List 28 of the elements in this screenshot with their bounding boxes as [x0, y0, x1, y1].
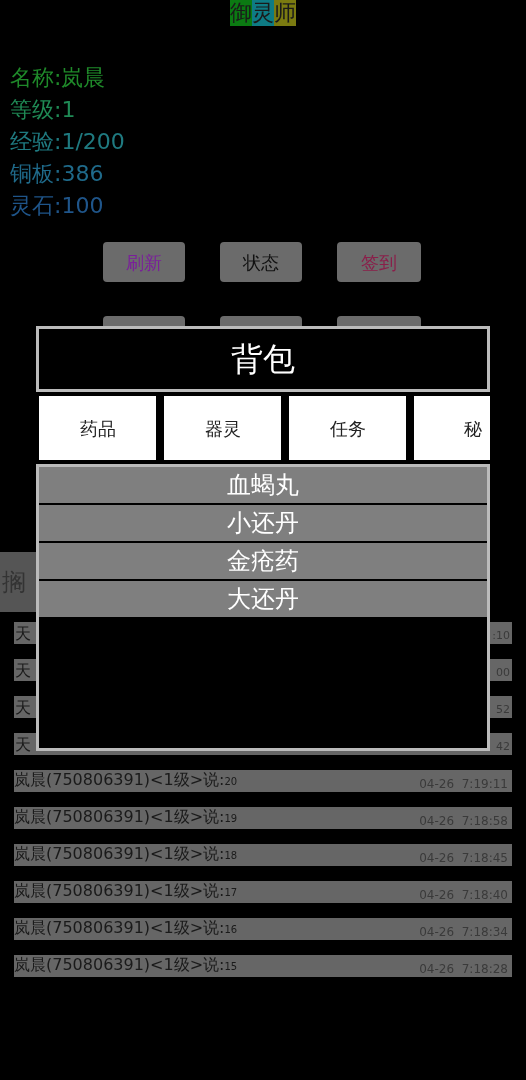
chat-text: 岚晨(750806391)<1级>说:18: [14, 844, 238, 865]
inventory-item[interactable]: 血蝎丸: [39, 467, 487, 503]
inventory-item[interactable]: 小还丹: [39, 505, 487, 541]
chat-text: 岚晨(750806391)<1级>说:16: [14, 918, 238, 939]
inventory-item[interactable]: 金疮药: [39, 543, 487, 579]
stat-text: 名称:岚晨: [10, 64, 106, 92]
chat-sender: 天: [14, 624, 31, 644]
chat-sender: 天: [14, 661, 31, 681]
stat-text: 灵石:100: [10, 192, 104, 220]
dialog-tab[interactable]: 器灵: [164, 396, 281, 460]
title-character: 师: [274, 0, 296, 26]
dialog-tab[interactable]: 药品: [39, 396, 156, 460]
dialog-tab[interactable]: 秘: [414, 396, 490, 460]
title-character: 御: [230, 0, 252, 26]
menu-button[interactable]: 状态: [220, 242, 302, 282]
chat-text: 岚晨(750806391)<1级>说:15: [14, 955, 238, 976]
stat-text: 铜板:386: [10, 160, 104, 188]
chat-text: 岚晨(750806391)<1级>说:19: [14, 807, 238, 828]
chat-text: 岚晨(750806391)<1级>说:17: [14, 881, 238, 902]
chat-sender: 天: [14, 735, 31, 755]
chat-text: 岚晨(750806391)<1级>说:20: [14, 770, 238, 791]
stat-text: 等级:1: [10, 96, 76, 124]
dialog-title: 背包: [36, 326, 490, 392]
inventory-item[interactable]: 大还丹: [39, 581, 487, 617]
title-character: 灵: [252, 0, 274, 26]
stat-text: 经验:1/200: [10, 128, 125, 156]
dialog-tab[interactable]: 任务: [289, 396, 406, 460]
chat-sender: 天: [14, 698, 31, 718]
